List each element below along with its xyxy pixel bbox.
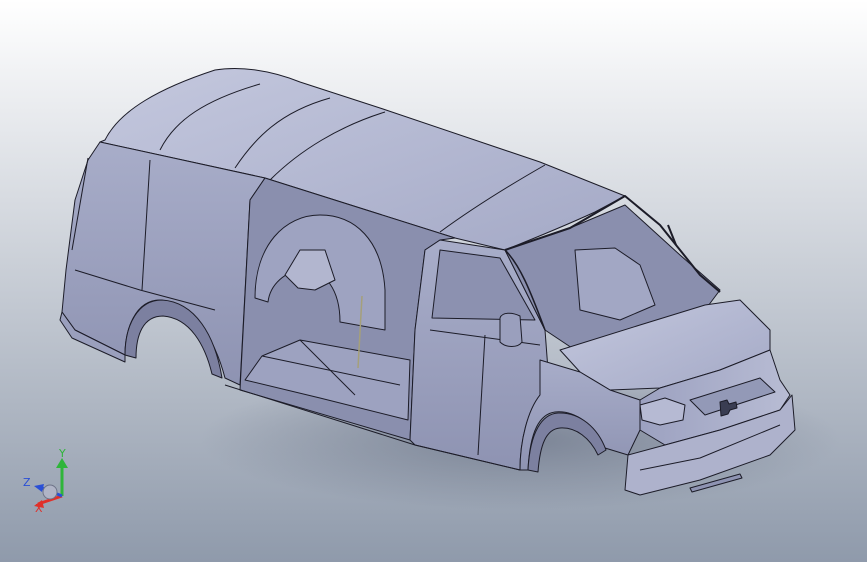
y-axis-label: Y <box>58 447 66 460</box>
orientation-triad[interactable]: Y Z X <box>20 446 80 516</box>
z-axis-arrowhead <box>34 484 44 492</box>
model-scene[interactable] <box>0 0 867 562</box>
z-axis-label: Z <box>23 476 31 489</box>
triad-graphic: Y Z X <box>23 447 68 515</box>
3d-graphics-viewport[interactable]: Y Z X <box>0 0 867 562</box>
side-mirror[interactable] <box>499 312 523 347</box>
x-axis-label: X <box>35 502 43 515</box>
triad-origin-sphere <box>42 484 58 500</box>
